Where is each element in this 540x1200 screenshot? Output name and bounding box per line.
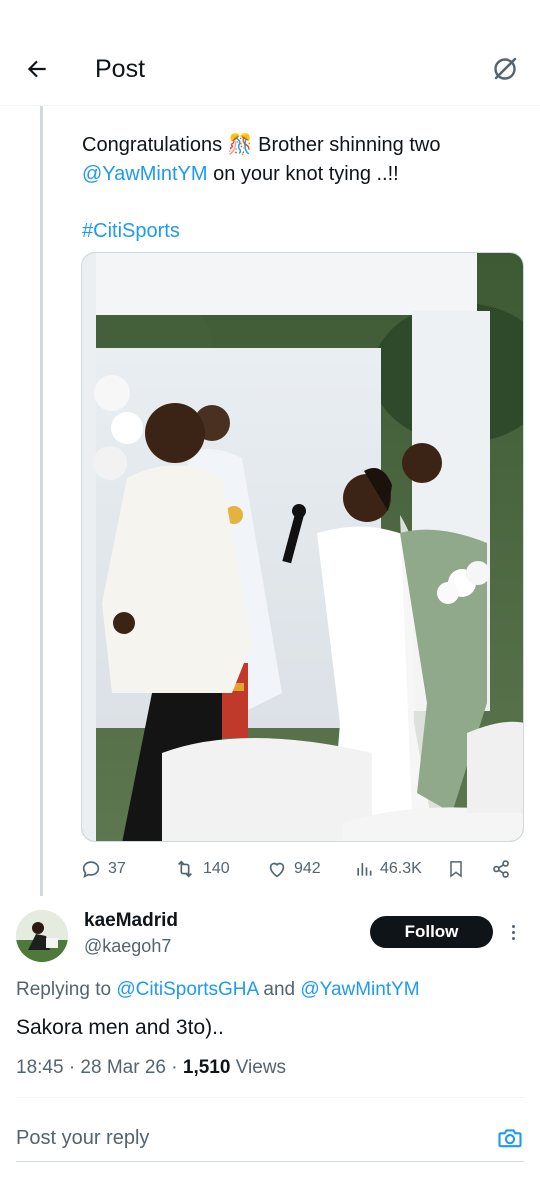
top-bar: Post: [0, 0, 540, 106]
tweet-action-bar: 37 140 942 46.3K: [80, 853, 520, 885]
camera-icon: [498, 1129, 522, 1148]
avatar[interactable]: [16, 910, 68, 962]
composer-underline: [16, 1161, 524, 1162]
reply-display-name[interactable]: kaeMadrid: [84, 910, 178, 932]
reply-metadata: 18:45 · 28 Mar 26 · 1,510 Views: [16, 1057, 286, 1079]
page-title: Post: [95, 55, 146, 83]
heart-icon: [269, 862, 285, 878]
divider: [16, 1097, 524, 1098]
repost-action[interactable]: 140: [173, 853, 230, 885]
share-action[interactable]: [490, 853, 512, 885]
like-action[interactable]: 942: [266, 853, 321, 885]
tweet-photo[interactable]: [81, 252, 524, 842]
thread-connector-line: [40, 106, 43, 896]
grok-button[interactable]: [486, 50, 524, 88]
comment-icon: [82, 861, 100, 878]
replying-and: and: [258, 979, 301, 1000]
tweet-text: Congratulations 🎊 Brother shinning two @…: [82, 131, 502, 189]
reply-input[interactable]: [16, 1120, 476, 1156]
mention-link[interactable]: @YawMintYM: [82, 163, 208, 185]
mention-link[interactable]: @CitiSportsGHA: [116, 979, 258, 1000]
bookmark-action[interactable]: [446, 853, 466, 885]
follow-button[interactable]: Follow: [370, 916, 493, 948]
analytics-icon: [357, 863, 372, 876]
dot: [511, 924, 515, 928]
tweet-text-part: Congratulations: [82, 134, 228, 156]
views-action[interactable]: 46.3K: [354, 853, 422, 885]
reply-timestamp[interactable]: 18:45 · 28 Mar 26 ·: [16, 1057, 183, 1078]
avatar-image: [16, 910, 68, 962]
camera-button[interactable]: [496, 1124, 524, 1152]
repost-icon: [177, 860, 193, 878]
reply-action[interactable]: 37: [80, 853, 126, 885]
confetti-emoji: 🎊: [227, 134, 253, 156]
views-label: Views: [230, 1057, 287, 1078]
replying-prefix: Replying to: [16, 979, 117, 1000]
grok-icon: [494, 57, 517, 80]
bookmark-icon: [450, 861, 462, 878]
dot: [511, 930, 515, 934]
replying-to-line: Replying to @CitiSportsGHA and @YawMintY…: [16, 979, 420, 1001]
back-button[interactable]: [18, 50, 56, 88]
hashtag-line: #CitiSports: [82, 217, 180, 245]
reply-handle[interactable]: @kaegoh7: [84, 936, 171, 957]
wedding-photo-illustration: [82, 253, 523, 841]
hashtag-link[interactable]: #CitiSports: [82, 220, 180, 242]
dot: [511, 936, 515, 940]
reply-view-count: 1,510: [182, 1057, 231, 1078]
tweet-text-part: on your knot tying ..!!: [207, 163, 399, 185]
mention-link[interactable]: @YawMintYM: [300, 979, 419, 1000]
repost-count: 140: [203, 860, 230, 877]
view-count: 46.3K: [380, 860, 422, 877]
more-options-button[interactable]: [505, 918, 521, 946]
arrow-left-icon: [27, 60, 46, 78]
reply-composer: [16, 1120, 524, 1156]
reply-text: Sakora men and 3to)..: [16, 1016, 224, 1039]
tweet-text-part: Brother shinning two: [252, 134, 441, 156]
reply-count: 37: [108, 860, 126, 877]
like-count: 942: [294, 860, 321, 877]
share-icon: [493, 860, 509, 878]
